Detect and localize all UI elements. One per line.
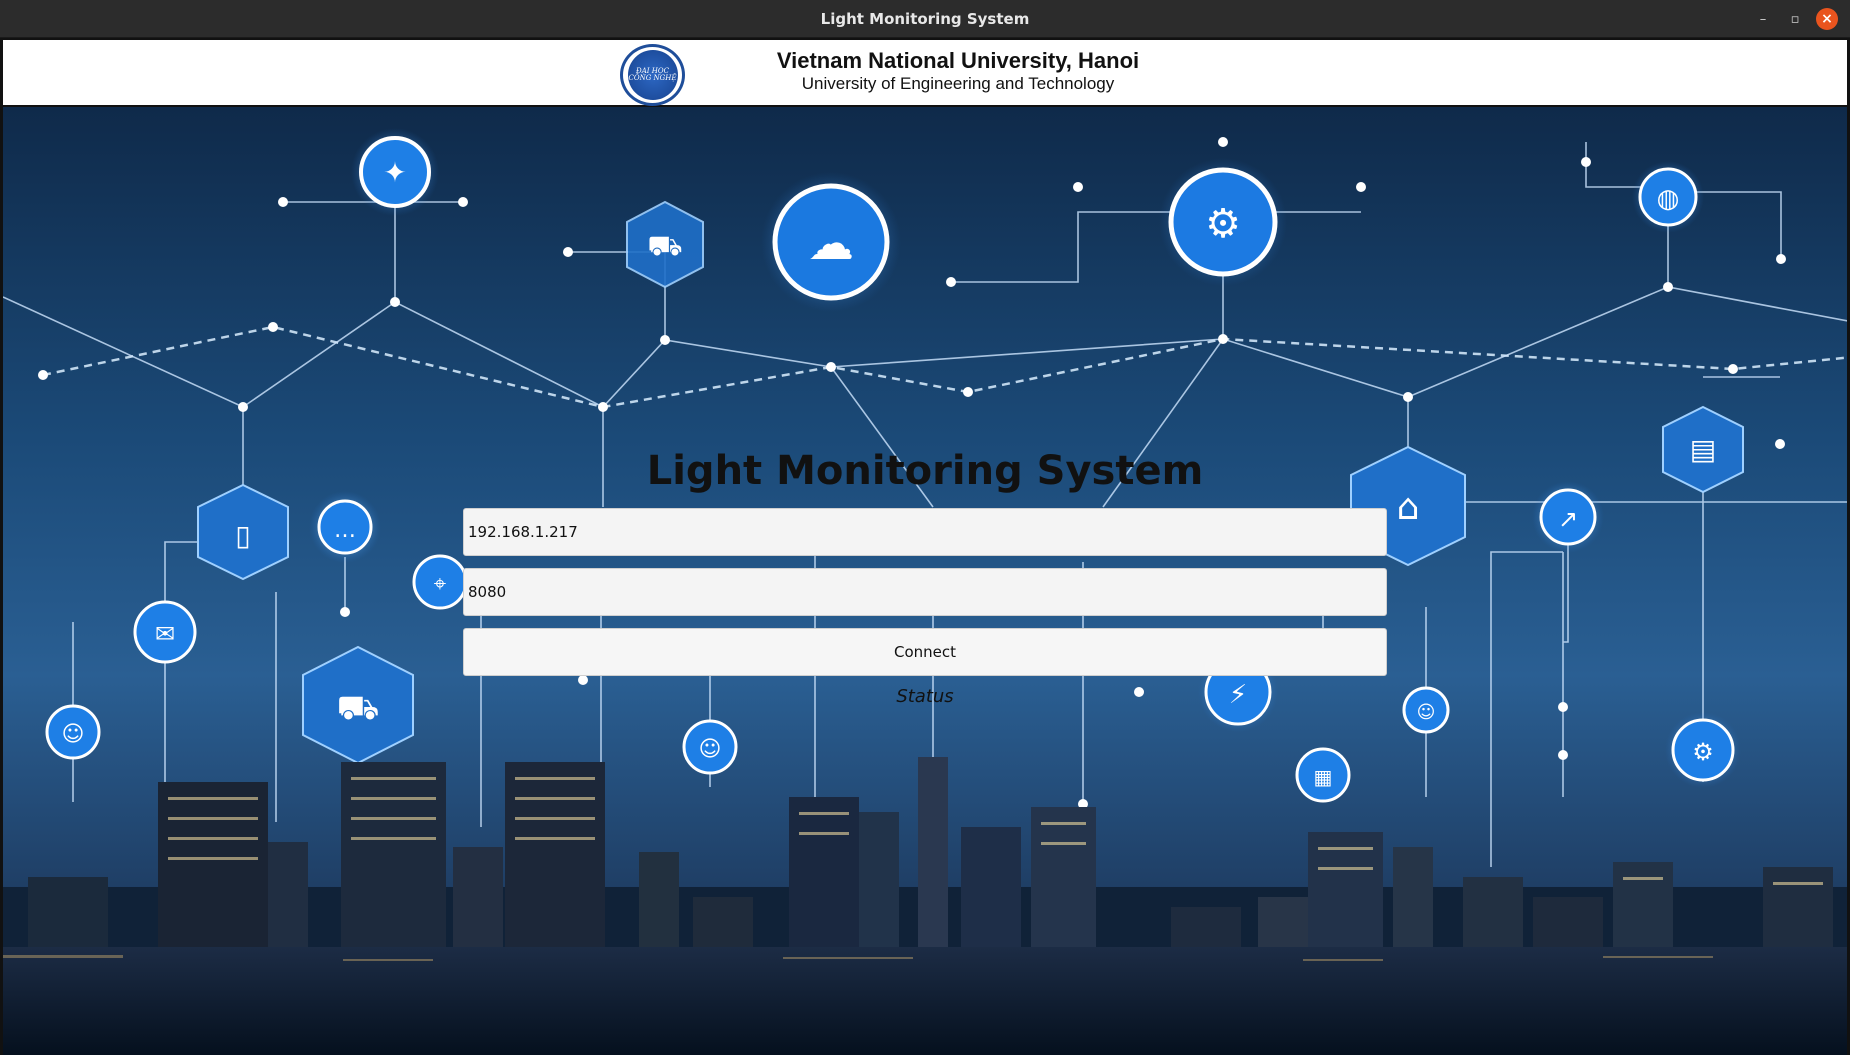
svg-text:▤: ▤ <box>1690 433 1716 466</box>
connect-button[interactable]: Connect <box>463 628 1387 676</box>
svg-text:⛟: ⛟ <box>647 229 682 262</box>
svg-text:▯: ▯ <box>235 519 250 552</box>
svg-text:☺: ☺ <box>1417 702 1436 723</box>
svg-text:☺: ☺ <box>699 737 722 762</box>
svg-text:☁: ☁ <box>808 216 854 270</box>
port-input[interactable] <box>463 568 1387 616</box>
svg-text:✦: ✦ <box>383 156 406 189</box>
svg-text:…: … <box>334 518 356 543</box>
window-controls: – ▫ × <box>1752 8 1838 30</box>
svg-text:⚙: ⚙ <box>1205 201 1241 247</box>
city-skyline <box>3 757 1847 1055</box>
dashed-links <box>42 325 1847 409</box>
svg-text:◍: ◍ <box>1657 184 1680 214</box>
university-logo: ĐẠI HỌC CÔNG NGHỆ <box>620 44 685 106</box>
university-subtitle: University of Engineering and Technology <box>801 74 1115 93</box>
ip-address-input[interactable] <box>463 508 1387 556</box>
window-titlebar[interactable]: Light Monitoring System – ▫ × <box>0 0 1850 38</box>
logo-emblem: ĐẠI HỌC CÔNG NGHỆ <box>627 50 678 100</box>
university-name: Vietnam National University, Hanoi <box>776 48 1140 73</box>
maximize-icon[interactable]: ▫ <box>1784 8 1806 30</box>
window-title: Light Monitoring System <box>820 9 1030 28</box>
university-header: ĐẠI HỌC CÔNG NGHỆ Vietnam National Unive… <box>0 38 1850 107</box>
svg-text:⌂: ⌂ <box>1397 487 1420 528</box>
svg-text:⚙: ⚙ <box>1692 738 1714 766</box>
svg-text:⛟: ⛟ <box>337 688 380 728</box>
app-title: Light Monitoring System <box>646 448 1204 494</box>
svg-text:☺: ☺ <box>62 722 85 747</box>
minimize-icon[interactable]: – <box>1752 8 1774 30</box>
svg-text:⚡: ⚡ <box>1229 680 1247 710</box>
svg-text:⌖: ⌖ <box>434 572 446 597</box>
svg-text:▦: ▦ <box>1314 765 1333 789</box>
close-icon[interactable]: × <box>1816 8 1838 30</box>
svg-text:↗: ↗ <box>1558 505 1578 533</box>
svg-text:✉: ✉ <box>155 620 175 648</box>
status-label: Status <box>896 686 954 707</box>
